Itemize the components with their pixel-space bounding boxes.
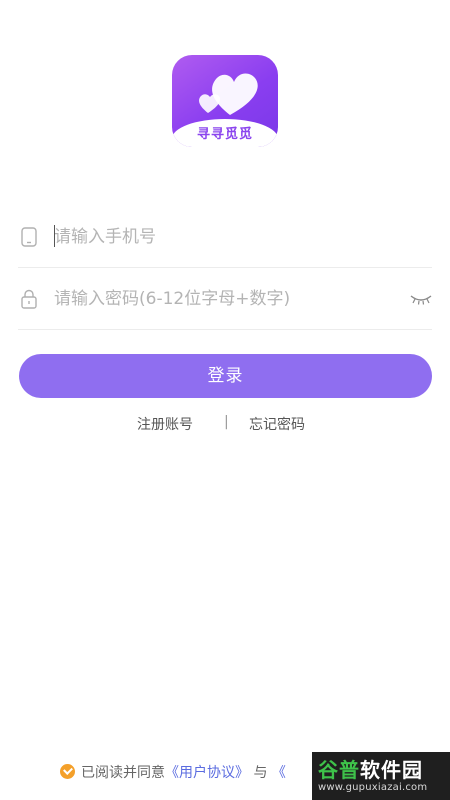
watermark-title-white: 软件园 xyxy=(360,758,423,782)
watermark-title: 谷普软件园 xyxy=(318,754,423,783)
app-logo: 寻寻觅觅 xyxy=(172,55,278,147)
link-separator: | xyxy=(224,414,229,430)
text-cursor xyxy=(54,225,55,247)
agreement-prefix: 已阅读并同意 xyxy=(81,765,165,781)
password-input[interactable] xyxy=(54,284,394,314)
agreement-row: 已阅读并同意《用户协议》 与 《 xyxy=(60,762,286,782)
eye-closed-icon[interactable] xyxy=(410,293,432,305)
privacy-policy-link[interactable]: 《 xyxy=(272,765,286,781)
phone-field[interactable] xyxy=(18,206,432,268)
agree-checkbox[interactable] xyxy=(60,764,75,779)
user-agreement-link[interactable]: 《用户协议》 xyxy=(165,765,249,781)
phone-input[interactable] xyxy=(54,222,394,252)
watermark-title-green: 谷普 xyxy=(318,758,360,782)
account-links: 注册账号 | 忘记密码 xyxy=(0,414,450,434)
site-watermark: 谷普软件园 www.gupuxiazai.com xyxy=(312,752,450,800)
phone-icon xyxy=(21,227,37,247)
login-button[interactable]: 登录 xyxy=(19,354,432,398)
logo-text: 寻寻觅觅 xyxy=(196,127,253,142)
watermark-url: www.gupuxiazai.com xyxy=(318,782,428,793)
password-field[interactable] xyxy=(18,268,432,330)
agreement-conjunction: 与 xyxy=(253,765,268,781)
lock-icon xyxy=(21,289,37,309)
forgot-password-link[interactable]: 忘记密码 xyxy=(249,414,305,434)
register-link[interactable]: 注册账号 xyxy=(137,414,193,434)
